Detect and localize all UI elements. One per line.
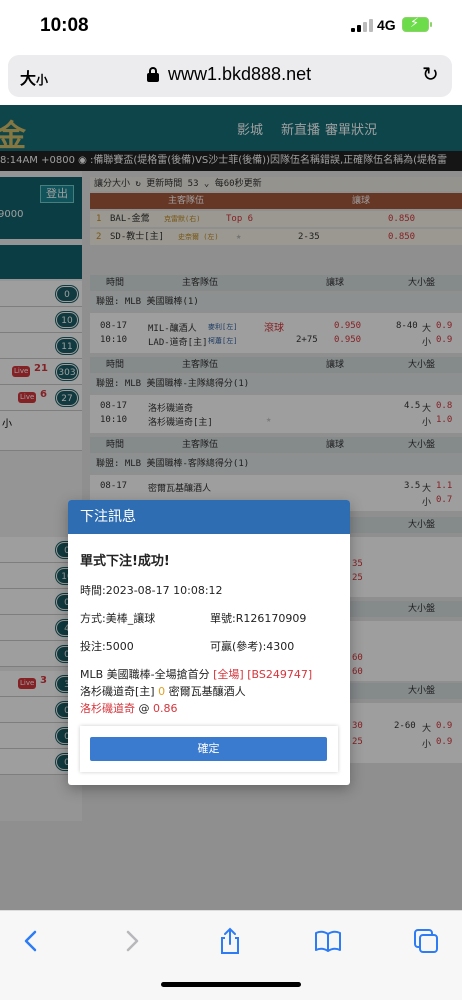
address-bar[interactable]: 大小 www1.bkd888.net ↻ bbox=[8, 55, 452, 97]
bet-method: 方式:美棒_讓球 bbox=[80, 612, 156, 625]
status-bar: 10:08 4G ⚡ bbox=[0, 0, 462, 52]
url-text[interactable]: www1.bkd888.net bbox=[168, 64, 311, 85]
bookmarks-icon[interactable] bbox=[314, 927, 342, 955]
bet-match-line: 洛杉磯道奇[主] 0 密爾瓦基釀酒人 bbox=[80, 683, 246, 699]
tabs-icon[interactable] bbox=[412, 927, 440, 955]
signal-icon bbox=[351, 18, 373, 32]
bet-pick: 洛杉磯道奇 bbox=[80, 702, 135, 715]
bet-league-line: MLB 美國職棒-全場搶首分 [全場] [BS249747] bbox=[80, 666, 312, 682]
bet-odds: 0.86 bbox=[153, 702, 178, 715]
back-icon[interactable] bbox=[18, 927, 46, 955]
network-type: 4G bbox=[377, 17, 396, 33]
potential-win: 可贏(參考):4300 bbox=[210, 640, 295, 653]
success-message: 單式下注!成功! bbox=[80, 554, 170, 569]
battery-icon: ⚡ bbox=[402, 16, 432, 32]
bet-confirmation-dialog: 下注訊息 單式下注!成功! 時間:2023-08-17 10:08:12 方式:… bbox=[68, 500, 350, 785]
text-size-button[interactable]: 大小 bbox=[20, 65, 48, 89]
bet-league: MLB 美國職棒-全場搶首分 bbox=[80, 668, 210, 681]
home-indicator bbox=[161, 982, 301, 987]
text-size-small: 小 bbox=[36, 73, 49, 87]
reload-icon[interactable]: ↻ bbox=[422, 62, 439, 86]
text-size-large: 大 bbox=[20, 71, 37, 88]
clock: 10:08 bbox=[40, 15, 89, 36]
bet-away-team: 密爾瓦基釀酒人 bbox=[168, 685, 246, 698]
bet-handicap: 0 bbox=[158, 685, 166, 698]
confirm-area: 確定 bbox=[80, 726, 338, 772]
bet-pick-line: 洛杉磯道奇 @ 0.86 bbox=[80, 700, 178, 716]
at-symbol: @ bbox=[138, 702, 150, 715]
lock-icon bbox=[147, 67, 159, 82]
ticket-number: 單號:R126170909 bbox=[210, 612, 307, 625]
bet-code: [BS249747] bbox=[247, 668, 313, 681]
bet-period: [全場] bbox=[213, 668, 244, 681]
bet-home-team: 洛杉磯道奇[主] bbox=[80, 685, 155, 698]
dialog-title: 下注訊息 bbox=[68, 500, 350, 534]
confirm-button[interactable]: 確定 bbox=[90, 737, 327, 761]
bet-stake: 投注:5000 bbox=[80, 640, 134, 653]
bet-time: 時間:2023-08-17 10:08:12 bbox=[80, 584, 223, 597]
share-icon[interactable] bbox=[216, 927, 244, 955]
forward-icon[interactable] bbox=[118, 927, 146, 955]
